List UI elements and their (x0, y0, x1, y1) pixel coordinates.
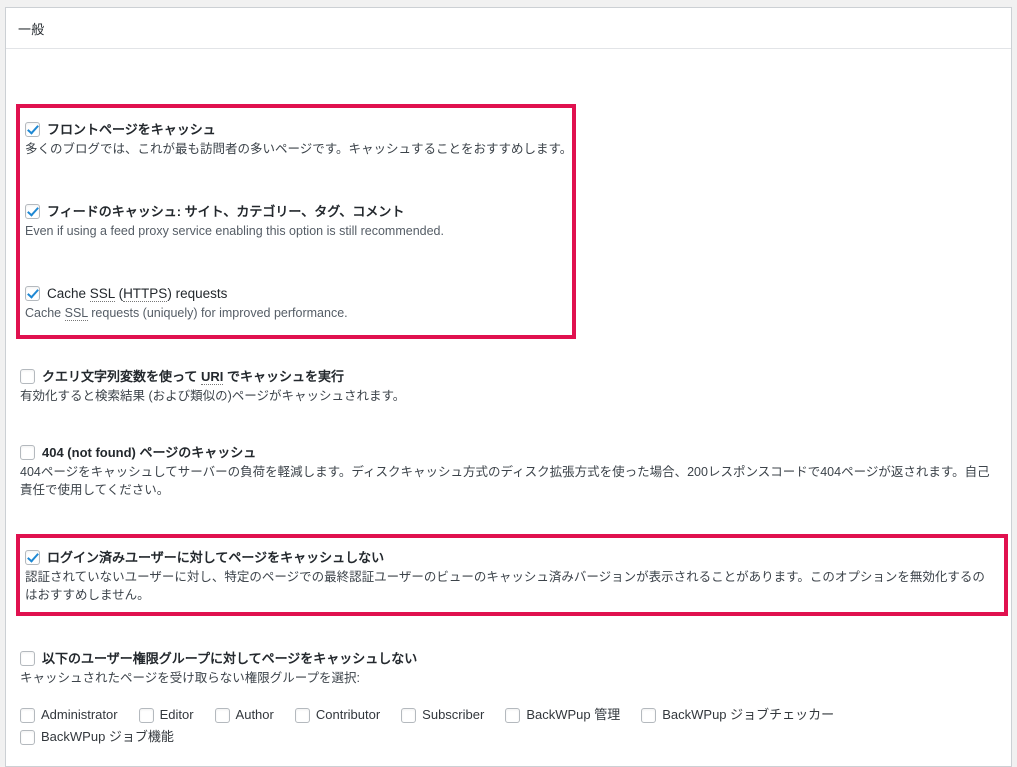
option-label-cache-feeds: フィードのキャッシュ: サイト、カテゴリー、タグ、コメント (47, 204, 405, 219)
role-item-administrator[interactable]: Administrator (20, 704, 118, 726)
checkbox-role-author[interactable] (214, 707, 230, 723)
query-label-post: でキャッシュを実行 (223, 369, 344, 384)
page-title: 一般 (18, 21, 45, 37)
option-description-dont-cache-roles: キャッシュされたページを受け取らない権限グループを選択: (20, 671, 360, 685)
role-item-backwpup-job-function[interactable]: BackWPup ジョブ機能 (20, 726, 174, 748)
abbr-ssl[interactable]: SSL (89, 286, 115, 302)
checkbox-cache-ssl[interactable] (25, 286, 40, 301)
checkbox-cache-feeds[interactable] (25, 204, 40, 219)
abbr-https[interactable]: HTTPS (123, 286, 168, 302)
role-item-author[interactable]: Author (214, 704, 274, 726)
settings-panel: 一般 フロントページをキャッシュ 多くのブログでは、これが最も訪問者の多いページ… (5, 7, 1012, 767)
query-label-pre: クエリ文字列変数を使って (42, 369, 201, 384)
option-dont-cache-logged-in[interactable]: ログイン済みユーザーに対してページをキャッシュしない 認証されていないユーザーに… (25, 549, 987, 604)
option-description-cache-ssl: Cache SSL requests (uniquely) for improv… (25, 304, 991, 322)
role-label-editor: Editor (159, 707, 194, 722)
ssl-label-mid: ( (114, 286, 124, 301)
checkbox-cache-query-string[interactable] (20, 369, 35, 384)
option-label-cache-ssl: Cache SSL (HTTPS) requests (47, 285, 227, 302)
ssl-desc-post: requests (uniquely) for improved perform… (87, 306, 348, 320)
option-description-cache-404: 404ページをキャッシュしてサーバーの負荷を軽減します。ディスクキャッシュ方式の… (20, 465, 990, 497)
checkbox-role-backwpup-job-function[interactable] (20, 729, 35, 745)
role-item-backwpup-admin[interactable]: BackWPup 管理 (505, 704, 620, 726)
role-label-backwpup-job-function: BackWPup ジョブ機能 (41, 729, 174, 744)
role-label-subscriber: Subscriber (422, 707, 485, 722)
role-label-author: Author (235, 707, 274, 722)
role-label-backwpup-job-checker: BackWPup ジョブチェッカー (662, 707, 835, 722)
checkbox-dont-cache-logged-in[interactable] (25, 550, 40, 565)
option-label-cache-query-string: クエリ文字列変数を使って URI でキャッシュを実行 (42, 368, 344, 385)
checkbox-role-subscriber[interactable] (401, 707, 417, 723)
role-label-backwpup-admin: BackWPup 管理 (526, 707, 621, 722)
option-cache-feeds[interactable]: フィードのキャッシュ: サイト、カテゴリー、タグ、コメント Even if us… (25, 203, 991, 240)
option-label-cache-404: 404 (not found) ページのキャッシュ (42, 445, 257, 460)
option-cache-front-page[interactable]: フロントページをキャッシュ 多くのブログでは、これが最も訪問者の多いページです。… (25, 121, 991, 158)
checkbox-cache-404[interactable] (20, 445, 35, 460)
option-description-cache-query-string: 有効化すると検索結果 (および類似の)ページがキャッシュされます。 (20, 389, 406, 403)
role-label-contributor: Contributor (315, 707, 381, 722)
role-item-editor[interactable]: Editor (138, 704, 194, 726)
ssl-label-post: ) requests (167, 286, 228, 301)
abbr-ssl-desc[interactable]: SSL (64, 306, 88, 321)
role-item-backwpup-job-checker[interactable]: BackWPup ジョブチェッカー (641, 704, 834, 726)
option-label-dont-cache-roles: 以下のユーザー権限グループに対してページをキャッシュしない (42, 651, 418, 666)
checkbox-role-backwpup-job-checker[interactable] (641, 707, 657, 723)
option-description-cache-feeds: Even if using a feed proxy service enabl… (25, 224, 444, 238)
panel-header: 一般 (6, 8, 1011, 49)
option-label-dont-cache-logged-in: ログイン済みユーザーに対してページをキャッシュしない (47, 550, 385, 565)
option-cache-ssl[interactable]: Cache SSL (HTTPS) requests Cache SSL req… (25, 285, 991, 322)
option-cache-404[interactable]: 404 (not found) ページのキャッシュ 404ページをキャッシュして… (20, 444, 997, 499)
role-checkbox-list: Administrator Editor Author Contributor … (20, 704, 1003, 748)
option-cache-query-string[interactable]: クエリ文字列変数を使って URI でキャッシュを実行 有効化すると検索結果 (お… (20, 368, 991, 405)
option-description-dont-cache-logged-in: 認証されていないユーザーに対し、特定のページでの最終認証ユーザーのビューのキャッ… (25, 570, 985, 602)
checkbox-role-contributor[interactable] (294, 707, 310, 723)
checkbox-role-editor[interactable] (138, 707, 154, 723)
abbr-uri[interactable]: URI (200, 369, 224, 385)
checkbox-cache-front-page[interactable] (25, 122, 40, 137)
role-item-contributor[interactable]: Contributor (294, 704, 381, 726)
option-description-cache-front-page: 多くのブログでは、これが最も訪問者の多いページです。キャッシュすることをおすすめ… (25, 142, 573, 156)
checkbox-dont-cache-roles[interactable] (20, 651, 35, 666)
role-item-subscriber[interactable]: Subscriber (401, 704, 484, 726)
checkbox-role-backwpup-admin[interactable] (505, 707, 521, 723)
role-label-administrator: Administrator (41, 707, 118, 722)
option-label-cache-front-page: フロントページをキャッシュ (47, 122, 216, 137)
ssl-label-pre: Cache (47, 286, 90, 301)
checkbox-role-administrator[interactable] (20, 707, 35, 723)
option-dont-cache-roles[interactable]: 以下のユーザー権限グループに対してページをキャッシュしない キャッシュされたペー… (20, 650, 991, 687)
ssl-desc-pre: Cache (25, 306, 65, 320)
